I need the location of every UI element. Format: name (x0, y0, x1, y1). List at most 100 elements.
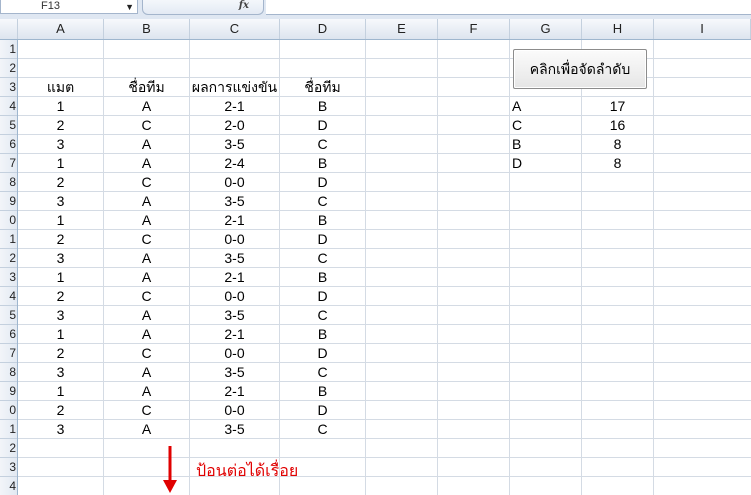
row-header[interactable]: 2 (0, 439, 17, 458)
team1-cell[interactable]: C (104, 230, 189, 249)
standing-points-cell[interactable]: 8 (582, 135, 653, 154)
team1-cell[interactable]: C (104, 344, 189, 363)
row-header[interactable]: 2 (0, 249, 17, 268)
match-number-cell[interactable]: 1 (18, 211, 103, 230)
standing-points-cell[interactable]: 17 (582, 97, 653, 116)
match-number-cell[interactable]: 2 (18, 401, 103, 420)
row-header[interactable]: 3 (0, 458, 17, 477)
team2-cell[interactable]: C (280, 363, 365, 382)
match-number-cell[interactable]: 1 (18, 97, 103, 116)
team1-cell[interactable]: C (104, 401, 189, 420)
match-number-cell[interactable]: 1 (18, 325, 103, 344)
result-cell[interactable]: 0-0 (190, 230, 279, 249)
result-cell[interactable]: 0-0 (190, 287, 279, 306)
team1-cell[interactable]: A (104, 154, 189, 173)
result-cell[interactable]: 2-4 (190, 154, 279, 173)
team2-cell[interactable]: C (280, 249, 365, 268)
chevron-down-icon[interactable]: ▼ (125, 2, 134, 12)
standing-team-cell[interactable]: C (510, 116, 583, 135)
match-number-cell[interactable]: 1 (18, 382, 103, 401)
row-header[interactable]: 4 (0, 97, 17, 116)
result-cell[interactable]: 2-1 (190, 325, 279, 344)
row-header[interactable]: 0 (0, 211, 17, 230)
team2-cell[interactable]: B (280, 154, 365, 173)
match-number-cell[interactable]: 1 (18, 154, 103, 173)
match-number-cell[interactable]: 3 (18, 135, 103, 154)
row-header[interactable]: 5 (0, 306, 17, 325)
row-header[interactable]: 6 (0, 135, 17, 154)
team2-cell[interactable]: D (280, 116, 365, 135)
team2-cell[interactable]: B (280, 325, 365, 344)
result-cell[interactable]: 0-0 (190, 344, 279, 363)
result-cell[interactable]: 0-0 (190, 401, 279, 420)
result-cell[interactable]: 2-1 (190, 382, 279, 401)
standing-team-cell[interactable]: A (510, 97, 583, 116)
header-team2[interactable]: ชื่อทีม (280, 78, 365, 97)
team1-cell[interactable]: A (104, 420, 189, 439)
match-number-cell[interactable]: 1 (18, 268, 103, 287)
team1-cell[interactable]: C (104, 116, 189, 135)
row-header[interactable]: 4 (0, 287, 17, 306)
match-number-cell[interactable]: 2 (18, 230, 103, 249)
column-header-b[interactable]: B (104, 19, 190, 39)
team1-cell[interactable]: A (104, 268, 189, 287)
result-cell[interactable]: 3-5 (190, 363, 279, 382)
team2-cell[interactable]: B (280, 97, 365, 116)
match-number-cell[interactable]: 3 (18, 192, 103, 211)
match-number-cell[interactable]: 2 (18, 287, 103, 306)
match-number-cell[interactable]: 2 (18, 344, 103, 363)
team2-cell[interactable]: D (280, 173, 365, 192)
row-header[interactable]: 1 (0, 420, 17, 439)
match-number-cell[interactable]: 2 (18, 116, 103, 135)
row-header[interactable]: 3 (0, 268, 17, 287)
row-header[interactable]: 7 (0, 344, 17, 363)
formula-input[interactable] (266, 0, 751, 15)
header-team1[interactable]: ชื่อทีม (104, 78, 189, 97)
standing-team-cell[interactable]: B (510, 135, 583, 154)
column-header-f[interactable]: F (438, 19, 510, 39)
result-cell[interactable]: 3-5 (190, 192, 279, 211)
row-header[interactable]: 6 (0, 325, 17, 344)
team2-cell[interactable]: B (280, 268, 365, 287)
row-header[interactable]: 8 (0, 173, 17, 192)
standing-team-cell[interactable]: D (510, 154, 583, 173)
sort-button[interactable]: คลิกเพื่อจัดลำดับ (513, 49, 647, 89)
team1-cell[interactable]: A (104, 363, 189, 382)
row-header[interactable]: 7 (0, 154, 17, 173)
match-number-cell[interactable]: 3 (18, 249, 103, 268)
match-number-cell[interactable]: 2 (18, 173, 103, 192)
column-header-g[interactable]: G (510, 19, 582, 39)
result-cell[interactable]: 3-5 (190, 306, 279, 325)
match-number-cell[interactable]: 3 (18, 363, 103, 382)
result-cell[interactable]: 2-0 (190, 116, 279, 135)
team1-cell[interactable]: A (104, 192, 189, 211)
team2-cell[interactable]: D (280, 344, 365, 363)
column-header-d[interactable]: D (280, 19, 366, 39)
column-header-a[interactable]: A (18, 19, 104, 39)
row-header[interactable]: 2 (0, 59, 17, 78)
team1-cell[interactable]: A (104, 382, 189, 401)
result-cell[interactable]: 2-1 (190, 211, 279, 230)
team1-cell[interactable]: A (104, 306, 189, 325)
team2-cell[interactable]: D (280, 287, 365, 306)
standing-points-cell[interactable]: 8 (582, 154, 653, 173)
result-cell[interactable]: 3-5 (190, 420, 279, 439)
name-box[interactable]: F13 ▼ (0, 0, 138, 14)
team1-cell[interactable]: C (104, 173, 189, 192)
team1-cell[interactable]: A (104, 249, 189, 268)
team2-cell[interactable]: D (280, 401, 365, 420)
column-header-e[interactable]: E (366, 19, 438, 39)
team1-cell[interactable]: C (104, 287, 189, 306)
result-cell[interactable]: 0-0 (190, 173, 279, 192)
result-cell[interactable]: 3-5 (190, 135, 279, 154)
team2-cell[interactable]: C (280, 420, 365, 439)
team1-cell[interactable]: A (104, 135, 189, 154)
cell-grid[interactable]: แมต ชื่อทีม ผลการแข่งขัน ชื่อทีม 1 A 2-1 B 2 C 2-0… (18, 40, 751, 495)
row-header[interactable]: 4 (0, 477, 17, 495)
row-header[interactable]: 9 (0, 192, 17, 211)
header-match[interactable]: แมต (18, 78, 103, 97)
team2-cell[interactable]: C (280, 135, 365, 154)
result-cell[interactable]: 2-1 (190, 268, 279, 287)
column-header-i[interactable]: I (654, 19, 751, 39)
result-cell[interactable]: 3-5 (190, 249, 279, 268)
